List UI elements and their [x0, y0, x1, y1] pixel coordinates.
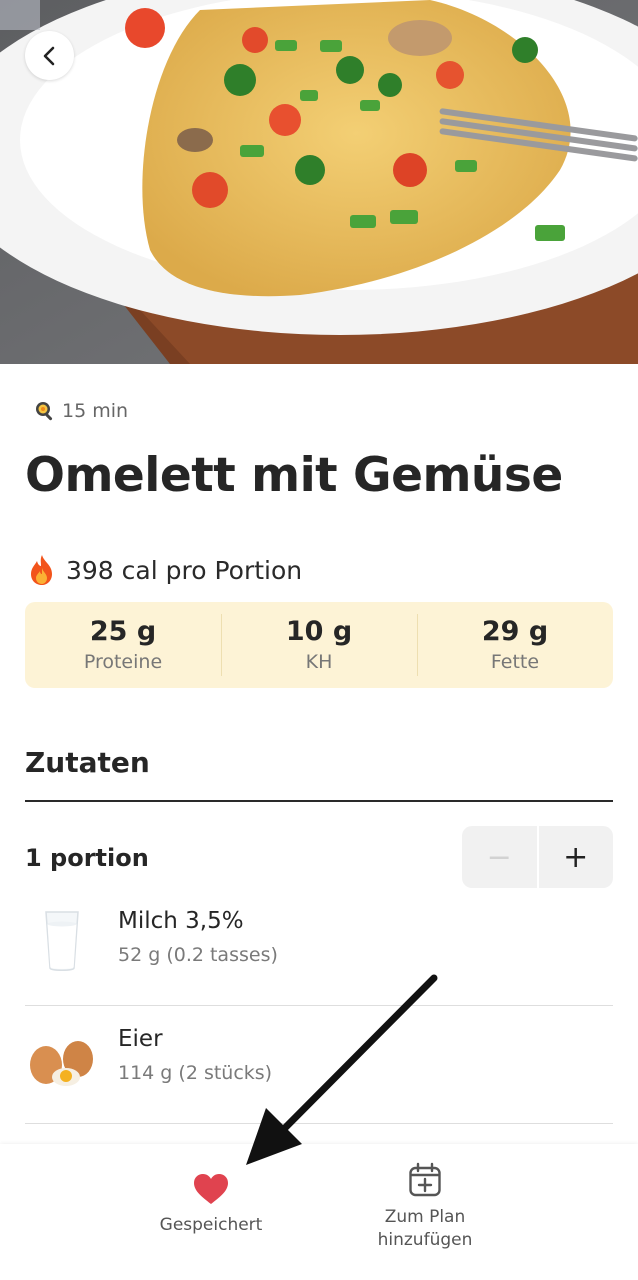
heart-icon [194, 1174, 228, 1204]
add-to-plan-button[interactable]: Zum Plan hinzufügen [362, 1162, 488, 1252]
calories-text: 398 cal pro Portion [66, 555, 303, 585]
macro-label: Proteine [83, 650, 163, 673]
milk-glass-image [25, 904, 99, 978]
chevron-left-icon [43, 46, 54, 65]
macros-panel: 25 g Proteine 10 g KH 29 g Fette [25, 602, 613, 688]
section-divider [25, 800, 613, 802]
recipe-title: Omelett mit Gemüse [25, 448, 563, 503]
increase-portion-button[interactable]: + [539, 826, 614, 888]
macro-label: Fette [490, 650, 540, 673]
ingredient-item[interactable]: Milch 3,5% 52 g (0.2 tasses) [25, 888, 613, 1006]
cooking-time-text: 15 min [62, 400, 129, 422]
milk-glass-icon [45, 911, 79, 971]
portion-label: 1 portion [25, 844, 149, 872]
ingredient-quantity: 114 g (2 stücks) [118, 1062, 273, 1084]
recipe-hero-image [0, 0, 638, 364]
macro-protein: 25 g Proteine [25, 602, 221, 688]
saved-label: Gespeichert [159, 1215, 263, 1235]
macro-value: 25 g [89, 616, 157, 648]
macro-fat: 29 g Fette [417, 602, 613, 688]
cooking-time: 15 min [34, 400, 128, 422]
saved-button[interactable]: Gespeichert [150, 1172, 272, 1237]
eggs-image [25, 1022, 99, 1096]
calories-row: 398 cal pro Portion [27, 554, 302, 586]
bottom-action-bar: Gespeichert Zum Plan hinzufügen [0, 1144, 638, 1280]
eggs-icon [30, 1041, 93, 1086]
calendar-add-icon [409, 1162, 441, 1197]
ingredient-item[interactable]: Eier 114 g (2 stücks) [25, 1006, 613, 1124]
ingredients-heading: Zutaten [25, 746, 150, 779]
decrease-portion-button[interactable]: − [462, 826, 537, 888]
fire-icon [31, 555, 52, 585]
macro-value: 29 g [481, 616, 549, 648]
omelette-photo [0, 0, 638, 364]
portion-stepper: − + [462, 826, 613, 888]
macro-value: 10 g [285, 616, 353, 648]
ingredient-quantity: 52 g (0.2 tasses) [118, 944, 278, 966]
macro-carbs: 10 g KH [221, 602, 417, 688]
ingredient-name: Milch 3,5% [118, 908, 244, 934]
back-button[interactable] [25, 31, 74, 80]
add-to-plan-label: Zum Plan hinzufügen [377, 1207, 473, 1250]
macro-label: KH [305, 650, 333, 673]
ingredient-divider [25, 1123, 613, 1124]
frying-pan-icon [36, 402, 53, 421]
ingredient-name: Eier [118, 1026, 163, 1052]
